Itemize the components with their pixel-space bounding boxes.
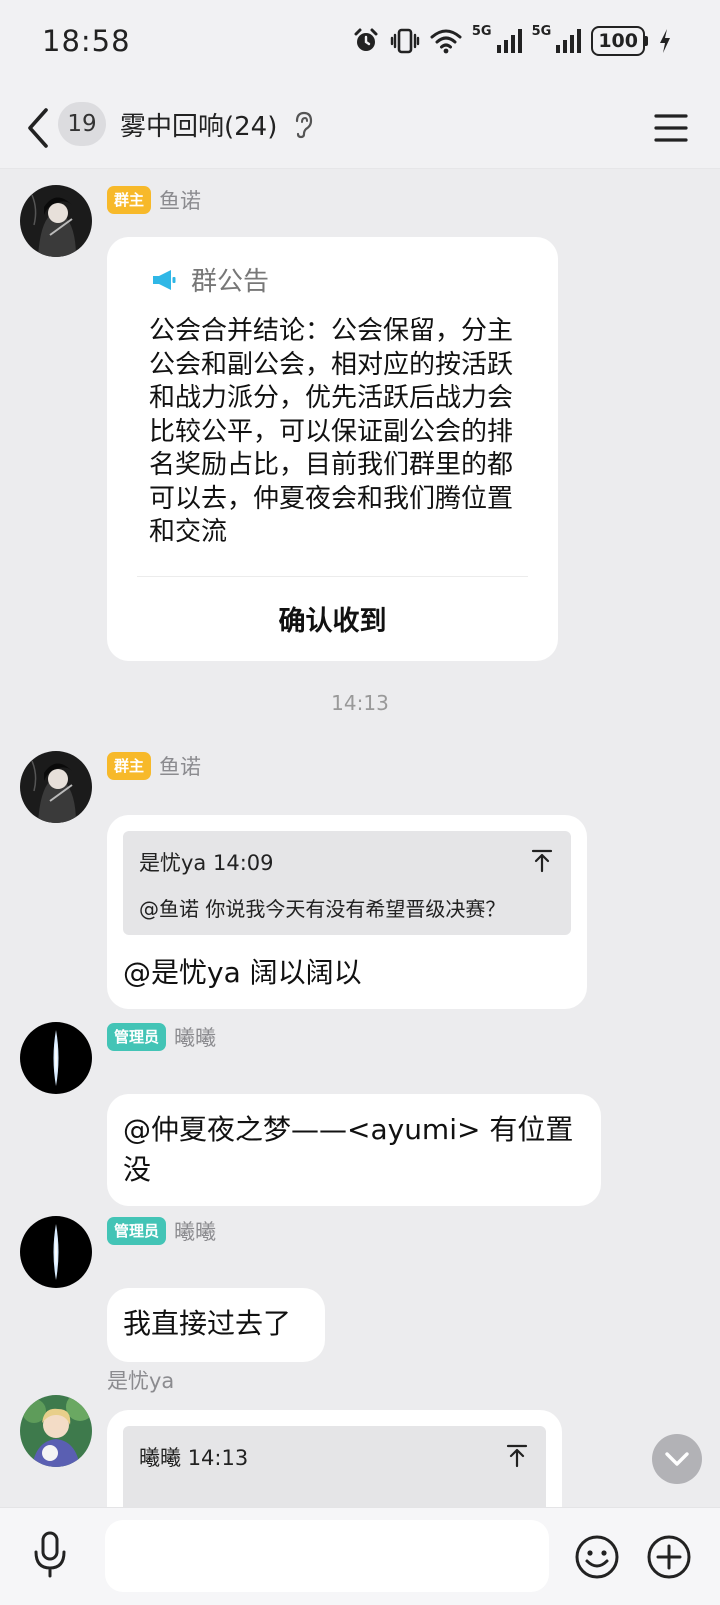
message-bubble[interactable]: 我直接过去了 (107, 1288, 325, 1362)
signal-icon-1 (496, 29, 522, 53)
quote-text: @鱼诺 你说我今天有没有希望晋级决赛？ (139, 897, 506, 921)
vibrate-icon (390, 28, 420, 54)
wifi-icon (430, 29, 462, 54)
chat-title[interactable]: 雾中回响(24) (120, 106, 277, 143)
quote-sender: 曦曦 (139, 1446, 181, 1470)
scroll-to-bottom-button[interactable] (652, 1434, 702, 1484)
chat-header: 19 雾中回响(24) (0, 88, 720, 169)
quote-sender: 是忧ya (139, 851, 207, 875)
sender-row: 群主 鱼诺 (107, 185, 201, 215)
battery-tip (645, 36, 648, 46)
sender-row: 管理员 曦曦 (107, 1216, 216, 1246)
admin-tag: 管理员 (107, 1023, 167, 1051)
group-announcement-card[interactable]: 群公告 公会合并结论：公会保留，分主公会和副公会，相对应的按活跃和战力派分，优先… (107, 237, 558, 661)
plus-icon[interactable] (646, 1534, 692, 1580)
sender-row: 管理员 曦曦 (107, 1022, 216, 1052)
quoted-message[interactable]: 曦曦 14:13 (123, 1426, 546, 1507)
microphone-icon[interactable] (32, 1530, 68, 1578)
owner-tag: 群主 (107, 186, 152, 214)
sender-name[interactable]: 是忧ya (107, 1365, 174, 1395)
megaphone-icon (153, 269, 176, 290)
menu-icon[interactable] (654, 108, 688, 148)
alarm-icon (354, 28, 378, 51)
message-bubble[interactable]: 曦曦 14:13 (107, 1410, 562, 1507)
avatar-xixi[interactable] (20, 1022, 92, 1094)
avatar-yunuo[interactable] (20, 185, 92, 257)
quoted-message[interactable]: 是忧ya 14:09 @鱼诺 你说我今天有没有希望晋级决赛？ (123, 831, 571, 935)
announcement-body: 公会合并结论：公会保留，分主公会和副公会，相对应的按活跃和战力派分，优先活跃后战… (149, 316, 514, 547)
sender-name[interactable]: 曦曦 (174, 1022, 216, 1052)
confirm-received-button[interactable]: 确认收到 (107, 599, 558, 638)
message-bubble[interactable]: @仲夏夜之梦——<ayumi> 有位置没 (107, 1094, 601, 1206)
sender-name[interactable]: 鱼诺 (159, 185, 201, 215)
message-text: @是忧ya 阔以阔以 (123, 956, 362, 989)
status-bar: 18:58 5G 5G 100 (0, 0, 720, 88)
battery-indicator: 100 (591, 26, 648, 56)
back-icon[interactable] (22, 106, 54, 150)
announcement-divider (137, 576, 528, 577)
jump-to-quote-icon[interactable] (531, 849, 553, 873)
sender-row: 是忧ya (107, 1365, 174, 1395)
quote-header: 是忧ya 14:09 (139, 847, 274, 877)
charging-icon (660, 29, 670, 53)
sender-name[interactable]: 鱼诺 (159, 751, 201, 781)
input-bar (0, 1507, 720, 1605)
announcement-title: 群公告 (191, 267, 270, 297)
sender-name[interactable]: 曦曦 (174, 1216, 216, 1246)
avatar-shiyouya[interactable] (20, 1395, 92, 1467)
status-icons: 5G 5G 100 (352, 23, 672, 56)
message-text: @仲夏夜之梦——<ayumi> 有位置没 (123, 1113, 574, 1186)
owner-tag: 群主 (107, 752, 152, 780)
battery-level: 100 (591, 26, 645, 56)
quote-time: 14:13 (187, 1446, 249, 1470)
jump-to-quote-icon[interactable] (506, 1444, 528, 1468)
message-bubble[interactable]: 是忧ya 14:09 @鱼诺 你说我今天有没有希望晋级决赛？ @是忧ya 阔以阔… (107, 815, 587, 1009)
admin-tag: 管理员 (107, 1217, 167, 1245)
quote-header: 曦曦 14:13 (139, 1442, 248, 1472)
message-input[interactable] (105, 1520, 549, 1592)
network-type-1: 5G (471, 23, 492, 39)
emoji-icon[interactable] (574, 1534, 620, 1580)
message-text: 我直接过去了 (123, 1307, 292, 1340)
chevron-down-icon (665, 1452, 689, 1466)
sender-row: 群主 鱼诺 (107, 751, 201, 781)
unread-count-badge[interactable]: 19 (58, 102, 106, 146)
quote-time: 14:09 (212, 851, 274, 875)
timestamp: 14:13 (331, 691, 389, 715)
network-type-2: 5G (531, 23, 552, 39)
announcement-header: 群公告 (151, 261, 269, 298)
ear-icon[interactable] (292, 110, 314, 140)
avatar-xixi[interactable] (20, 1216, 92, 1288)
avatar-yunuo[interactable] (20, 751, 92, 823)
signal-icon-2 (556, 29, 582, 53)
status-time: 18:58 (42, 24, 131, 58)
chat-message-list[interactable]: 群主 鱼诺 群公告 公会合并结论：公会保留，分主公会和副公会，相对应的按活跃和战… (0, 169, 720, 1507)
